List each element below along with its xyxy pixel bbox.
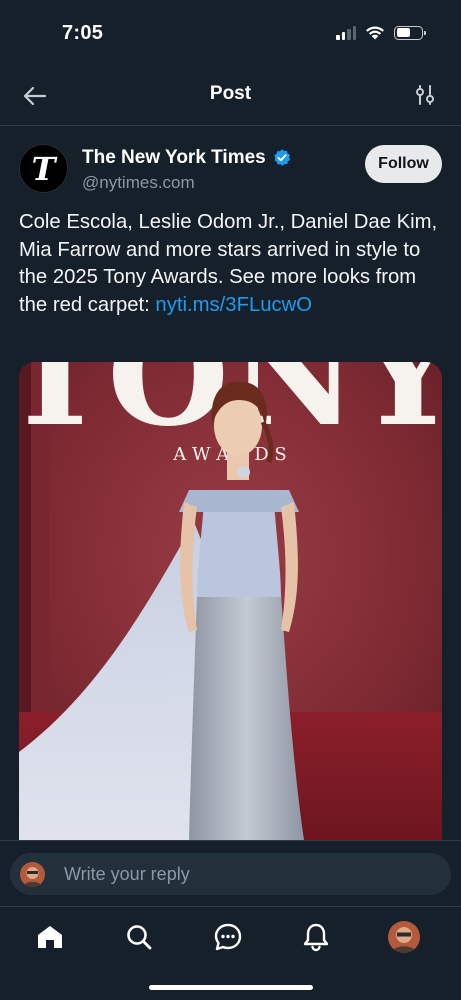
- page-title: Post: [209, 83, 252, 104]
- notifications-icon: [303, 923, 329, 952]
- reply-bar: Write your reply: [0, 840, 461, 906]
- nav-search[interactable]: [123, 921, 155, 953]
- user-avatar: [20, 861, 45, 887]
- nav-messages[interactable]: [212, 921, 244, 953]
- red-carpet-photo: TONY A W A R D S: [19, 362, 442, 840]
- battery-icon: [394, 25, 426, 40]
- status-icons: [336, 25, 426, 40]
- home-icon: [38, 926, 62, 948]
- search-icon: [127, 925, 152, 950]
- author-info: The New York Times @nytimes.com: [82, 147, 292, 193]
- messages-icon: [214, 923, 242, 951]
- post-link[interactable]: nyti.ms/3FLucwO: [155, 294, 312, 316]
- profile-avatar: [388, 921, 420, 953]
- nav-notifications[interactable]: [300, 921, 332, 953]
- wifi-icon: [366, 26, 384, 40]
- author-avatar[interactable]: T: [19, 144, 68, 193]
- sliders-icon: [416, 85, 434, 105]
- bottom-nav: [0, 906, 461, 1000]
- post-image[interactable]: TONY A W A R D S: [19, 362, 442, 840]
- reply-input[interactable]: Write your reply: [10, 853, 451, 895]
- post-text: Cole Escola, Leslie Odom Jr., Daniel Dae…: [19, 209, 449, 319]
- author-name[interactable]: The New York Times: [82, 147, 266, 169]
- author-handle[interactable]: @nytimes.com: [82, 173, 292, 193]
- follow-button[interactable]: Follow: [365, 145, 442, 183]
- status-time: 7:05: [62, 22, 104, 44]
- home-indicator: [149, 985, 313, 990]
- status-bar: 7:05: [0, 0, 461, 66]
- reply-placeholder: Write your reply: [64, 863, 190, 884]
- cellular-signal-icon: [336, 25, 356, 40]
- verified-badge-icon: [274, 149, 290, 166]
- settings-button[interactable]: [411, 81, 439, 109]
- nyt-logo-letter: T: [31, 149, 56, 188]
- top-header: Post: [0, 66, 461, 126]
- nav-home[interactable]: [34, 921, 66, 953]
- nav-profile[interactable]: [388, 921, 420, 953]
